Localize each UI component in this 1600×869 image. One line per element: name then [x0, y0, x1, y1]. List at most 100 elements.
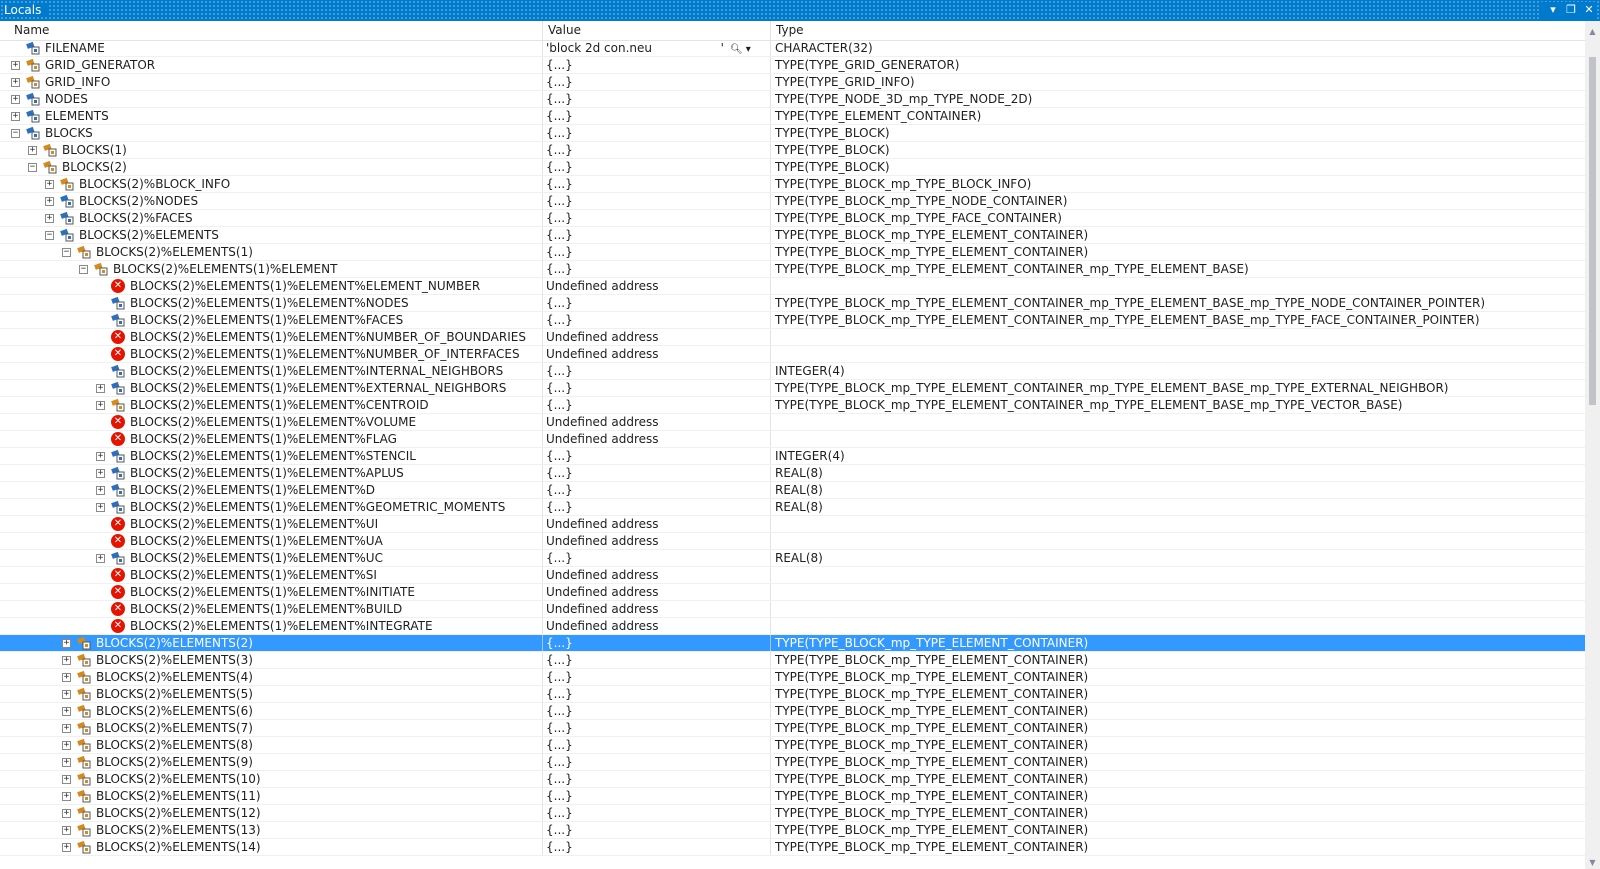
tree-row[interactable]: + BLOCKS(2)%ELEMENTS(1)%ELEMENT%EXTERNAL_… — [0, 380, 1585, 397]
value-cell[interactable]: {...} — [542, 839, 770, 855]
value-cell[interactable]: {...} — [542, 74, 770, 90]
expand-icon[interactable]: + — [45, 214, 54, 223]
value-cell[interactable]: Undefined address — [542, 601, 770, 617]
tree-row[interactable]: FILENAME 'block 2d con.neu ' 🔍︎ ▾ CHARACTER… — [0, 40, 1585, 57]
tree-row[interactable]: ✕ BLOCKS(2)%ELEMENTS(1)%ELEMENT%INTEGRATE… — [0, 618, 1585, 635]
expand-icon[interactable]: + — [62, 707, 71, 716]
collapse-icon[interactable]: − — [62, 248, 71, 257]
collapse-icon[interactable]: − — [11, 129, 20, 138]
expand-icon[interactable]: + — [62, 775, 71, 784]
expand-icon[interactable]: + — [11, 112, 20, 121]
tree-row[interactable]: + BLOCKS(2)%ELEMENTS(9) {...} TYPE(TYPE_BLO… — [0, 754, 1585, 771]
tree-row[interactable]: ✕ BLOCKS(2)%ELEMENTS(1)%ELEMENT%BUILD Unde… — [0, 601, 1585, 618]
value-cell[interactable]: {...} — [542, 159, 770, 175]
expand-icon[interactable]: + — [11, 78, 20, 87]
value-cell[interactable]: {...} — [542, 125, 770, 141]
expand-icon[interactable]: + — [62, 758, 71, 767]
value-cell[interactable]: {...} — [542, 737, 770, 753]
collapse-icon[interactable]: − — [79, 265, 88, 274]
expand-icon[interactable]: + — [96, 469, 105, 478]
value-cell[interactable]: {...} — [542, 261, 770, 277]
expand-icon[interactable]: + — [62, 673, 71, 682]
tree-row[interactable]: + NODES {...} TYPE(TYPE_NODE_3D_mp_TYPE_NOD… — [0, 91, 1585, 108]
value-cell[interactable]: {...} — [542, 703, 770, 719]
tree-row[interactable]: + BLOCKS(2)%ELEMENTS(8) {...} TYPE(TYPE_BLO… — [0, 737, 1585, 754]
expand-icon[interactable]: + — [96, 503, 105, 512]
tree-row[interactable]: ✕ BLOCKS(2)%ELEMENTS(1)%ELEMENT%NUMBER_OF… — [0, 329, 1585, 346]
tree-row[interactable]: + BLOCKS(2)%ELEMENTS(5) {...} TYPE(TYPE_BLO… — [0, 686, 1585, 703]
value-cell[interactable]: {...} — [542, 652, 770, 668]
tree-row[interactable]: + BLOCKS(2)%ELEMENTS(6) {...} TYPE(TYPE_BLO… — [0, 703, 1585, 720]
tree-row[interactable]: + BLOCKS(2)%ELEMENTS(13) {...} TYPE(TYPE_BL… — [0, 822, 1585, 839]
expand-icon[interactable]: + — [96, 384, 105, 393]
tree-row[interactable]: − BLOCKS(2)%ELEMENTS(1)%ELEMENT {...} TYPE(… — [0, 261, 1585, 278]
column-header-value[interactable]: Value — [542, 21, 770, 40]
value-cell[interactable]: {...} — [542, 465, 770, 481]
value-cell[interactable]: {...} — [542, 176, 770, 192]
value-cell[interactable]: {...} — [542, 720, 770, 736]
tree-row[interactable]: ✕ BLOCKS(2)%ELEMENTS(1)%ELEMENT%INITIATE U… — [0, 584, 1585, 601]
tree-row[interactable]: + BLOCKS(2)%ELEMENTS(14) {...} TYPE(TYPE_BL… — [0, 839, 1585, 856]
tree-row[interactable]: + BLOCKS(2)%ELEMENTS(12) {...} TYPE(TYPE_BL… — [0, 805, 1585, 822]
value-cell[interactable]: {...} — [542, 210, 770, 226]
tree-row[interactable]: + GRID_INFO {...} TYPE(TYPE_GRID_INFO) — [0, 74, 1585, 91]
close-icon[interactable]: ✕ — [1582, 2, 1596, 18]
tree-row[interactable]: + BLOCKS(2)%ELEMENTS(4) {...} TYPE(TYPE_BLO… — [0, 669, 1585, 686]
value-cell[interactable]: Undefined address — [542, 584, 770, 600]
tree-row[interactable]: BLOCKS(2)%ELEMENTS(1)%ELEMENT%INTERNAL_N… — [0, 363, 1585, 380]
value-cell[interactable]: {...} — [542, 499, 770, 515]
tree-row[interactable]: + BLOCKS(2)%ELEMENTS(7) {...} TYPE(TYPE_BLO… — [0, 720, 1585, 737]
tree-row[interactable]: + BLOCKS(2)%ELEMENTS(1)%ELEMENT%APLUS {...… — [0, 465, 1585, 482]
expand-icon[interactable]: + — [62, 843, 71, 852]
text-visualizer-icon[interactable]: 🔍︎ ▾ — [730, 41, 751, 58]
tree-row[interactable]: + BLOCKS(2)%NODES {...} TYPE(TYPE_BLOCK_mp_… — [0, 193, 1585, 210]
tree-row[interactable]: + GRID_GENERATOR {...} TYPE(TYPE_GRID_GENER… — [0, 57, 1585, 74]
tree-row[interactable]: ✕ BLOCKS(2)%ELEMENTS(1)%ELEMENT%FLAG Undef… — [0, 431, 1585, 448]
expand-icon[interactable]: + — [11, 95, 20, 104]
tree-row[interactable]: − BLOCKS(2)%ELEMENTS {...} TYPE(TYPE_BLOCK_… — [0, 227, 1585, 244]
expand-icon[interactable]: + — [28, 146, 37, 155]
scroll-up-arrow-icon[interactable]: ▲ — [1588, 27, 1597, 36]
expand-icon[interactable]: + — [62, 690, 71, 699]
vertical-scrollbar[interactable]: ▲ ▼ — [1585, 21, 1600, 869]
value-cell[interactable]: 'block 2d con.neu ' 🔍︎ ▾ — [542, 40, 770, 56]
tree-row[interactable]: BLOCKS(2)%ELEMENTS(1)%ELEMENT%NODES {...}… — [0, 295, 1585, 312]
value-cell[interactable]: Undefined address — [542, 431, 770, 447]
value-cell[interactable]: {...} — [542, 805, 770, 821]
tree-row[interactable]: + BLOCKS(1) {...} TYPE(TYPE_BLOCK) — [0, 142, 1585, 159]
value-cell[interactable]: Undefined address — [542, 618, 770, 634]
tree-row[interactable]: ✕ BLOCKS(2)%ELEMENTS(1)%ELEMENT%UA Undefin… — [0, 533, 1585, 550]
tree-row[interactable]: − BLOCKS(2) {...} TYPE(TYPE_BLOCK) — [0, 159, 1585, 176]
tree-row[interactable]: + ELEMENTS {...} TYPE(TYPE_ELEMENT_CONTAINE… — [0, 108, 1585, 125]
expand-icon[interactable]: + — [96, 554, 105, 563]
scrollbar-thumb[interactable] — [1589, 57, 1596, 405]
tree-row[interactable]: + BLOCKS(2)%ELEMENTS(1)%ELEMENT%STENCIL {.… — [0, 448, 1585, 465]
tree-row[interactable]: + BLOCKS(2)%ELEMENTS(11) {...} TYPE(TYPE_BL… — [0, 788, 1585, 805]
value-cell[interactable]: {...} — [542, 397, 770, 413]
value-cell[interactable]: {...} — [542, 788, 770, 804]
value-cell[interactable]: {...} — [542, 771, 770, 787]
tree-row[interactable]: ✕ BLOCKS(2)%ELEMENTS(1)%ELEMENT%UI Undefin… — [0, 516, 1585, 533]
value-cell[interactable]: Undefined address — [542, 567, 770, 583]
tree-row[interactable]: + BLOCKS(2)%ELEMENTS(3) {...} TYPE(TYPE_BLO… — [0, 652, 1585, 669]
float-window-icon[interactable]: ❐ — [1564, 2, 1578, 18]
column-header-type[interactable]: Type — [770, 21, 1585, 40]
tree-row[interactable]: ✕ BLOCKS(2)%ELEMENTS(1)%ELEMENT%NUMBER_OF… — [0, 346, 1585, 363]
tree-row[interactable]: + BLOCKS(2)%ELEMENTS(2) {...} TYPE(TYPE_BLO… — [0, 635, 1585, 652]
expand-icon[interactable]: + — [62, 741, 71, 750]
expand-icon[interactable]: + — [11, 61, 20, 70]
collapse-icon[interactable]: − — [45, 231, 54, 240]
value-cell[interactable]: {...} — [542, 669, 770, 685]
collapse-icon[interactable]: − — [28, 163, 37, 172]
tree-row[interactable]: ✕ BLOCKS(2)%ELEMENTS(1)%ELEMENT%ELEMENT_N… — [0, 278, 1585, 295]
value-cell[interactable]: Undefined address — [542, 278, 770, 294]
expand-icon[interactable]: + — [62, 792, 71, 801]
tree-row[interactable]: ✕ BLOCKS(2)%ELEMENTS(1)%ELEMENT%VOLUME Und… — [0, 414, 1585, 431]
value-cell[interactable]: Undefined address — [542, 533, 770, 549]
value-cell[interactable]: {...} — [542, 193, 770, 209]
value-cell[interactable]: {...} — [542, 822, 770, 838]
expand-icon[interactable]: + — [62, 639, 71, 648]
tree-row[interactable]: BLOCKS(2)%ELEMENTS(1)%ELEMENT%FACES {...}… — [0, 312, 1585, 329]
value-cell[interactable]: {...} — [542, 108, 770, 124]
tree-row[interactable]: + BLOCKS(2)%ELEMENTS(1)%ELEMENT%D {...} REA… — [0, 482, 1585, 499]
